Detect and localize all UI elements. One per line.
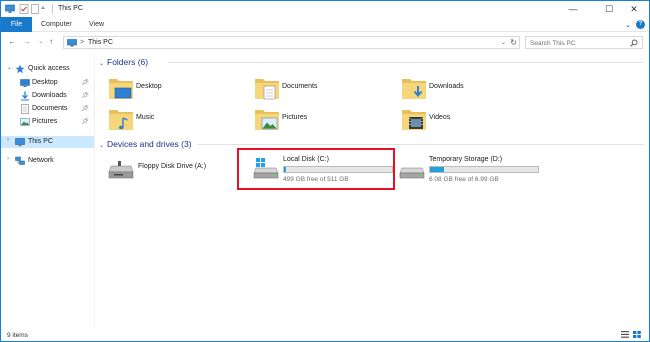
- floppy-drive-icon: [108, 161, 134, 179]
- breadcrumb-separator[interactable]: >: [80, 39, 84, 46]
- pin-icon: 📌︎: [81, 80, 89, 86]
- breadcrumb-this-pc[interactable]: This PC: [88, 39, 113, 46]
- drive-name: Floppy Disk Drive (A:): [138, 163, 207, 170]
- title-bar: ⩡ This PC — ☐ ✕: [1, 1, 649, 17]
- help-button[interactable]: ?: [636, 20, 645, 29]
- downloads-folder-icon: [402, 79, 426, 99]
- downloads-folder-icon: [21, 91, 29, 101]
- sidebar-item-label: Quick access: [28, 65, 70, 72]
- documents-folder-icon: [255, 79, 279, 100]
- sidebar-item-pictures[interactable]: Pictures 📌︎: [1, 116, 94, 128]
- sidebar-item-this-pc[interactable]: › This PC: [1, 136, 94, 148]
- tab-view[interactable]: View: [89, 17, 104, 32]
- sidebar-item-label: Network: [28, 157, 54, 164]
- network-icon: [15, 156, 25, 165]
- drive-usage-bar: [429, 166, 539, 173]
- pin-icon: 📌︎: [81, 119, 89, 125]
- pictures-folder-icon: [255, 110, 279, 130]
- folder-documents[interactable]: Documents: [254, 75, 394, 101]
- sidebar-item-label: Pictures: [32, 118, 58, 125]
- navigation-pane: ⌄ Quick access Desktop 📌︎ Downloads 📌︎ D…: [1, 54, 95, 326]
- computer-icon: [67, 39, 77, 47]
- search-icon[interactable]: [630, 39, 638, 47]
- collapse-group-chevron-icon[interactable]: ⌄: [99, 60, 104, 67]
- sidebar-item-label: This PC: [28, 138, 53, 145]
- sidebar-item-label: Desktop: [32, 79, 58, 86]
- folder-label: Desktop: [136, 83, 162, 90]
- drive-name: Temporary Storage (D:): [429, 156, 503, 163]
- sidebar-item-desktop[interactable]: Desktop 📌︎: [1, 77, 94, 89]
- chevron-right-icon[interactable]: ›: [7, 137, 9, 143]
- videos-folder-icon: [402, 110, 426, 130]
- search-input[interactable]: [530, 38, 624, 48]
- highlight-box: [237, 148, 395, 190]
- minimize-button[interactable]: —: [558, 1, 588, 17]
- computer-icon: [15, 138, 25, 147]
- folder-label: Music: [136, 114, 155, 121]
- forward-button[interactable]: →: [23, 37, 31, 46]
- up-button[interactable]: ↑: [49, 37, 53, 46]
- folder-music[interactable]: Music: [108, 106, 248, 132]
- drive-temporary-storage-d[interactable]: Temporary Storage (D:) 6.08 GB free of 6…: [399, 154, 539, 186]
- hard-drive-icon: [399, 167, 425, 179]
- customize-toolbar-chevron-icon[interactable]: ⩡: [41, 4, 51, 14]
- collapse-group-chevron-icon[interactable]: ⌄: [99, 142, 104, 149]
- sidebar-item-label: Documents: [32, 105, 68, 112]
- expand-ribbon-chevron-icon[interactable]: ⌄: [625, 21, 631, 29]
- sidebar-item-documents[interactable]: Documents 📌︎: [1, 103, 94, 115]
- desktop-folder-icon: [109, 79, 133, 99]
- drive-usage-fill: [430, 167, 445, 172]
- recent-locations-button[interactable]: ⌄: [38, 37, 44, 45]
- tab-computer[interactable]: Computer: [41, 17, 72, 32]
- sidebar-item-downloads[interactable]: Downloads 📌︎: [1, 90, 94, 102]
- properties-icon[interactable]: [19, 4, 29, 14]
- folder-downloads[interactable]: Downloads: [401, 75, 541, 101]
- music-folder-icon: [109, 110, 133, 130]
- sidebar-item-network[interactable]: › Network: [1, 155, 94, 167]
- drive-free-space: 6.08 GB free of 6.99 GB: [429, 176, 499, 183]
- address-dropdown-icon[interactable]: ⌄: [501, 39, 506, 46]
- close-button[interactable]: ✕: [619, 1, 649, 17]
- folder-label: Downloads: [429, 83, 464, 90]
- folder-videos[interactable]: Videos: [401, 106, 541, 132]
- folder-label: Pictures: [282, 114, 308, 121]
- item-count: 9 items: [7, 332, 28, 339]
- navigation-bar: ← → ⌄ ↑ > This PC ⌄ ↻: [1, 34, 649, 51]
- chevron-down-icon[interactable]: ⌄: [7, 64, 12, 71]
- computer-icon: [5, 4, 15, 13]
- folders-group-header[interactable]: Folders (6): [107, 57, 148, 67]
- search-box[interactable]: [525, 36, 643, 49]
- refresh-icon[interactable]: ↻: [510, 38, 517, 47]
- group-divider: [168, 62, 644, 63]
- pin-icon: 📌︎: [81, 106, 89, 112]
- address-bar[interactable]: > This PC ⌄ ↻: [63, 36, 520, 49]
- folder-desktop[interactable]: Desktop: [108, 75, 248, 101]
- drive-floppy-a[interactable]: Floppy Disk Drive (A:): [108, 154, 248, 186]
- sidebar-item-quick-access[interactable]: ⌄ Quick access: [1, 63, 94, 75]
- star-icon: [15, 64, 25, 74]
- new-folder-icon[interactable]: [30, 4, 40, 14]
- status-bar: 9 items: [1, 327, 649, 341]
- window-title: This PC: [58, 5, 83, 12]
- desktop-folder-icon: [20, 79, 30, 87]
- folder-label: Documents: [282, 83, 318, 90]
- title-separator: [52, 4, 53, 14]
- pictures-folder-icon: [20, 118, 30, 126]
- file-explorer-window: ⩡ This PC — ☐ ✕ File Computer View ⌄ ? ←…: [0, 0, 650, 342]
- sidebar-item-label: Downloads: [32, 92, 67, 99]
- large-icons-view-icon[interactable]: [633, 331, 641, 338]
- content-pane: ⌄ Folders (6) Desktop Documents Download…: [96, 54, 649, 326]
- pin-icon: 📌︎: [81, 93, 89, 99]
- details-view-icon[interactable]: [621, 331, 629, 338]
- documents-folder-icon: [21, 104, 29, 114]
- folder-pictures[interactable]: Pictures: [254, 106, 394, 132]
- group-divider: [197, 144, 644, 145]
- folder-label: Videos: [429, 114, 451, 121]
- chevron-right-icon[interactable]: ›: [7, 156, 9, 162]
- back-button[interactable]: ←: [8, 37, 16, 46]
- ribbon-tabs: File Computer View ⌄ ?: [1, 17, 649, 32]
- drives-group-header[interactable]: Devices and drives (3): [107, 139, 192, 149]
- tab-file[interactable]: File: [1, 17, 32, 32]
